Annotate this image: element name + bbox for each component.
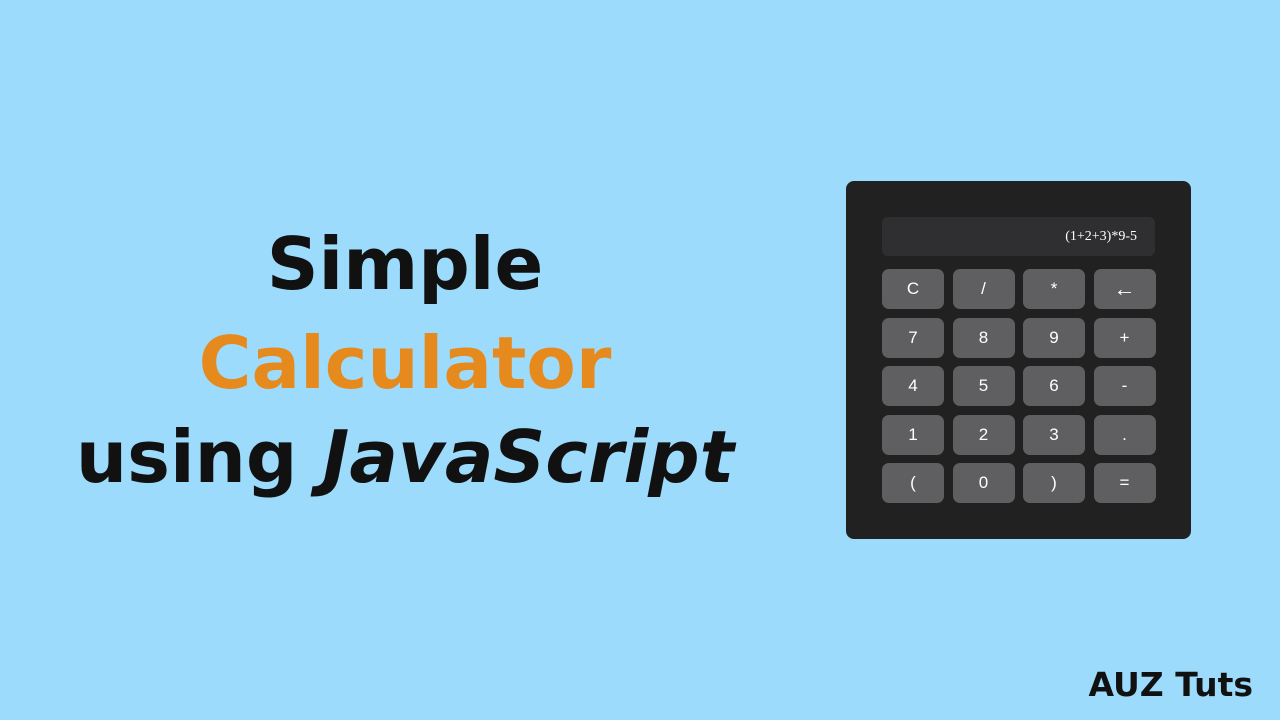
key-decimal[interactable]: . <box>1093 414 1156 455</box>
key-equals[interactable]: = <box>1093 463 1156 503</box>
key-7[interactable]: 7 <box>882 317 944 358</box>
key-0[interactable]: 0 <box>952 463 1015 503</box>
headline-calculator: Calculator <box>198 321 612 405</box>
headline-javascript-word: JavaScript <box>322 415 735 499</box>
key-plus[interactable]: + <box>1093 317 1156 358</box>
key-8[interactable]: 8 <box>952 317 1015 358</box>
key-9[interactable]: 9 <box>1023 317 1085 358</box>
key-4[interactable]: 4 <box>882 366 944 406</box>
key-minus[interactable]: - <box>1093 366 1156 406</box>
key-3[interactable]: 3 <box>1023 414 1085 455</box>
key-6[interactable]: 6 <box>1023 366 1085 406</box>
key-multiply[interactable]: * <box>1023 269 1085 309</box>
key-1[interactable]: 1 <box>882 414 944 455</box>
calculator-display: (1+2+3)*9-5 <box>882 217 1155 256</box>
key-close-paren[interactable]: ) <box>1023 463 1085 503</box>
headline-using-word: using <box>75 415 323 499</box>
calculator-keypad: C / * ← 7 8 9 + 4 5 6 - 1 2 3 . ( 0 ) = <box>882 269 1156 503</box>
calculator: (1+2+3)*9-5 C / * ← 7 8 9 + 4 5 6 - 1 2 … <box>846 181 1191 539</box>
key-open-paren[interactable]: ( <box>882 463 944 503</box>
key-2[interactable]: 2 <box>952 414 1015 455</box>
key-5[interactable]: 5 <box>952 366 1015 406</box>
brand-logo-text: AUZ Tuts <box>1088 665 1253 704</box>
key-divide[interactable]: / <box>952 269 1015 309</box>
headline-simple: Simple <box>266 222 544 306</box>
headline-using-javascript: using JavaScript <box>0 421 810 493</box>
key-clear[interactable]: C <box>882 269 944 309</box>
key-backspace[interactable]: ← <box>1093 269 1156 309</box>
